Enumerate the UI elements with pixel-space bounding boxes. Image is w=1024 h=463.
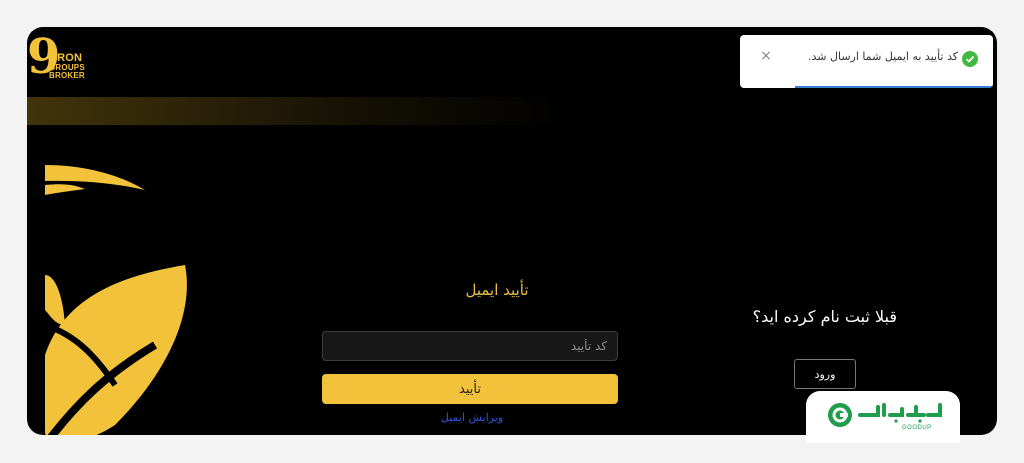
brand-logo[interactable]: 9 ARON GROUPS BROKER [27,33,97,85]
watermark-small-text: GOODUP [902,425,932,431]
logo-text: ARON GROUPS BROKER [49,53,85,80]
already-registered-text: قبلا ثبت نام کرده اید؟ [752,307,897,326]
verification-code-input[interactable] [322,331,618,361]
success-toast: کد تأیید به ایمیل شما ارسال شد. × [740,35,993,88]
toast-progress-bar [795,86,993,88]
form-title: تأیید ایمیل [465,281,529,299]
watermark-emblem-icon [828,403,852,427]
confirm-button[interactable]: تأیید [322,374,618,404]
decorative-band [27,97,567,125]
close-icon[interactable]: × [759,49,773,63]
watermark-logo: GOODUP [806,391,960,443]
app-window: 9 ARON GROUPS BROKER تأیید ایمیل تأیید و… [27,27,997,435]
check-circle-icon [962,51,978,67]
edit-email-link[interactable]: ویرایش ایمیل [422,411,522,424]
leaf-illustration [45,125,205,435]
watermark-wordmark-icon [858,401,942,423]
toast-message: کد تأیید به ایمیل شما ارسال شد. [808,50,958,63]
login-button[interactable]: ورود [794,359,856,389]
logo-line-3: BROKER [49,71,85,80]
